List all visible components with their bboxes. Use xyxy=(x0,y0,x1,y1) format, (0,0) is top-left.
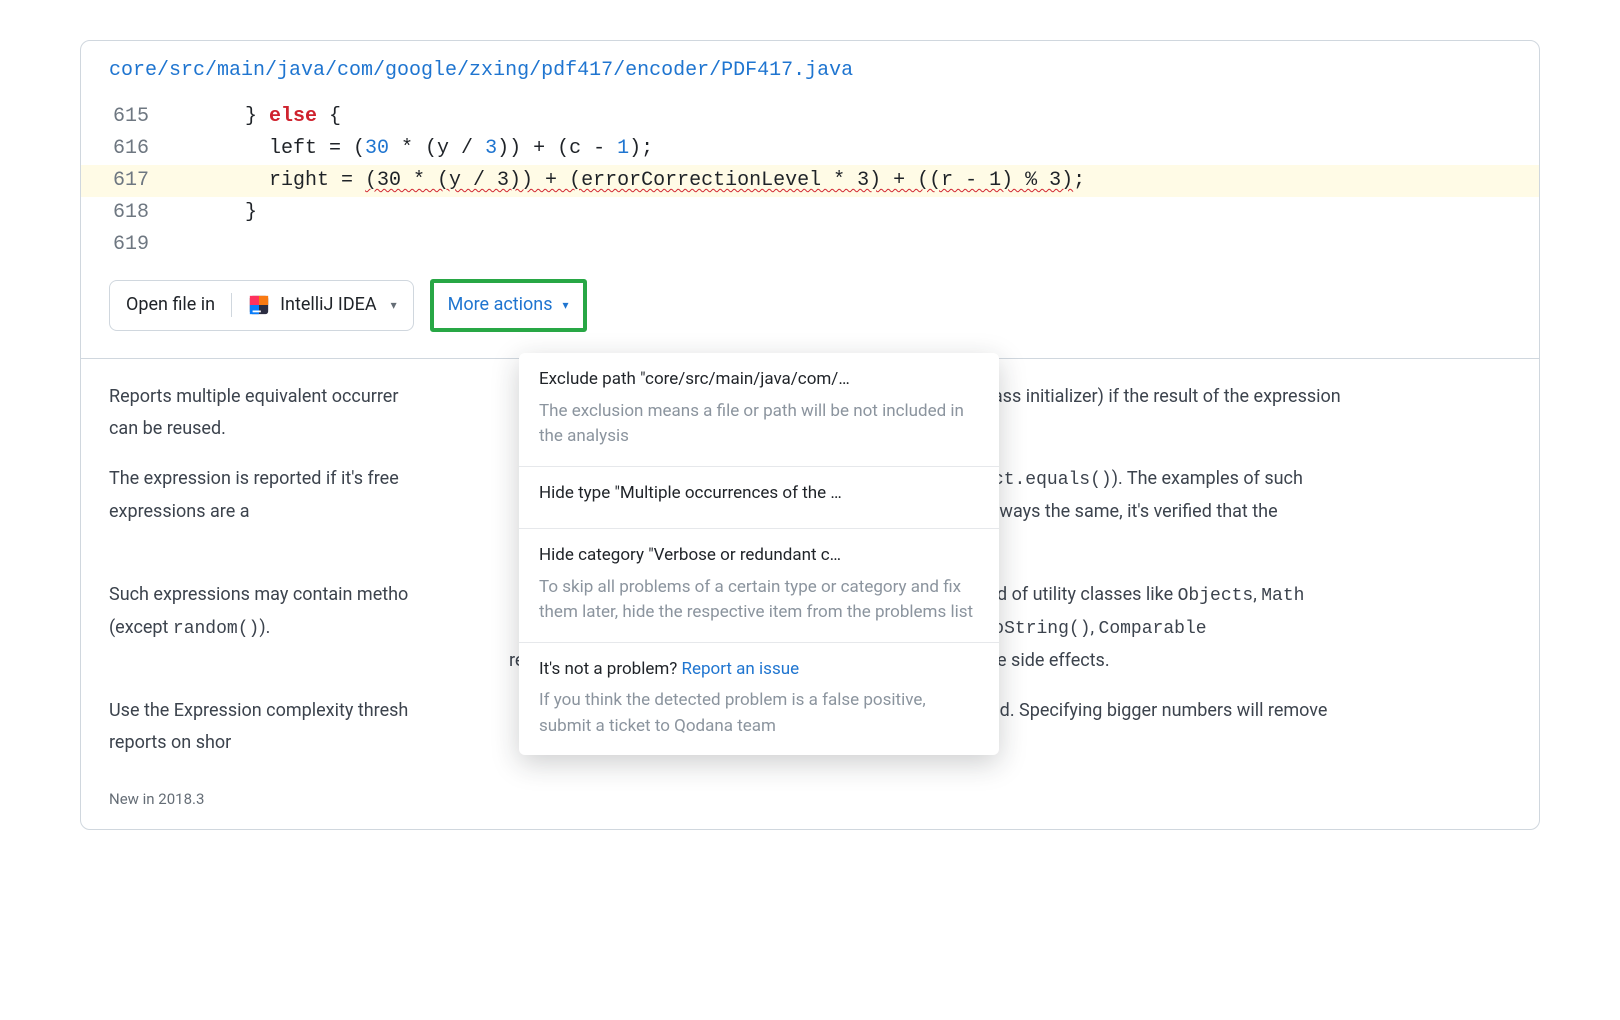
popover-item-hide-type[interactable]: Hide type "Multiple occurrences of the … xyxy=(519,466,999,529)
file-path-link[interactable]: core/src/main/java/com/google/zxing/pdf4… xyxy=(109,59,853,82)
popover-item-exclude-path[interactable]: Exclude path "core/src/main/java/com/… T… xyxy=(519,353,999,466)
new-in-note: New in 2018.3 xyxy=(81,787,1539,829)
line-number: 618 xyxy=(81,197,173,229)
report-issue-link[interactable]: Report an issue xyxy=(682,659,800,679)
line-number: 616 xyxy=(81,133,173,165)
code-line: left = (30 * (y / 3)) + (c - 1); xyxy=(173,133,1539,165)
code-row-highlighted: 617 right = (30 * (y / 3)) + (errorCorre… xyxy=(81,165,1539,197)
chevron-down-icon: ▾ xyxy=(391,296,397,315)
more-actions-popover: Exclude path "core/src/main/java/com/… T… xyxy=(519,353,999,755)
code-line: right = (30 * (y / 3)) + (errorCorrectio… xyxy=(173,165,1539,197)
code-row: 618 } xyxy=(81,197,1539,229)
open-in-ide-button[interactable]: Open file in IntelliJ IDEA ▾ xyxy=(109,280,414,331)
toolbar: Open file in IntelliJ IDEA ▾ More xyxy=(81,279,1539,358)
code-row: 615 } else { xyxy=(81,101,1539,133)
code-line: } else { xyxy=(173,101,1539,133)
warning-squiggle: (30 * (y / 3)) + (errorCorrectionLevel *… xyxy=(365,169,1073,192)
intellij-icon xyxy=(248,294,270,316)
ide-selector[interactable]: IntelliJ IDEA ▾ xyxy=(232,281,413,330)
chevron-down-icon: ▾ xyxy=(563,296,569,315)
line-number: 619 xyxy=(81,229,173,261)
code-row: 619 xyxy=(81,229,1539,261)
popover-item-hide-category[interactable]: Hide category "Verbose or redundant c… T… xyxy=(519,528,999,642)
code-block: 615 } else { 616 left = (30 * (y / 3)) +… xyxy=(81,95,1539,279)
file-path[interactable]: core/src/main/java/com/google/zxing/pdf4… xyxy=(81,41,1539,95)
code-line: } xyxy=(173,197,1539,229)
code-row: 616 left = (30 * (y / 3)) + (c - 1); xyxy=(81,133,1539,165)
popover-item-report-issue[interactable]: It's not a problem? Report an issue If y… xyxy=(519,642,999,756)
open-in-label[interactable]: Open file in xyxy=(110,281,231,330)
more-actions-button[interactable]: More actions ▾ xyxy=(430,279,587,332)
line-number: 617 xyxy=(81,165,173,197)
problem-panel: core/src/main/java/com/google/zxing/pdf4… xyxy=(80,40,1540,830)
line-number: 615 xyxy=(81,101,173,133)
